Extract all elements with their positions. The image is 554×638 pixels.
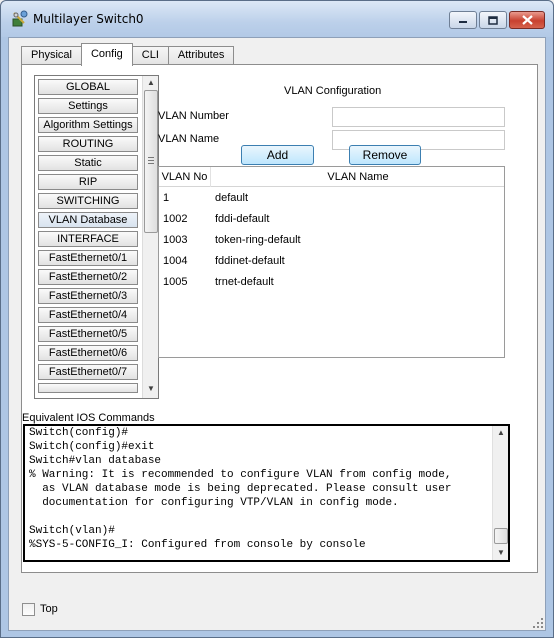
console-scrollbar[interactable]: ▲ ▼ <box>492 426 508 560</box>
packet-tracer-app-icon <box>12 10 28 27</box>
nav-scrollbar[interactable]: ▲ ▼ <box>142 76 158 398</box>
column-header-vlan-no[interactable]: VLAN No <box>159 167 211 187</box>
vlan-name-cell: fddinet-default <box>215 255 285 267</box>
vlan-name-label: VLAN Name <box>158 133 220 145</box>
console-line: % Warning: It is recommended to configur… <box>29 469 452 481</box>
vlan-name-cell: default <box>215 192 249 204</box>
config-nav-list[interactable]: GLOBAL Settings Algorithm Settings ROUTI… <box>34 75 159 399</box>
nav-item-fastethernet0-6[interactable]: FastEthernet0/6 <box>38 345 138 361</box>
vlan-name-cell: trnet-default <box>215 276 274 288</box>
nav-item-settings[interactable]: Settings <box>38 98 138 114</box>
nav-global-header[interactable]: GLOBAL <box>38 79 138 95</box>
console-line: Switch(config)#exit <box>29 441 155 453</box>
column-header-vlan-name[interactable]: VLAN Name <box>212 167 504 187</box>
vlan-config-title: VLAN Configuration <box>284 85 382 97</box>
vlan-no-cell: 1003 <box>163 234 188 246</box>
vlan-no-cell: 1002 <box>163 213 188 225</box>
nav-item-fastethernet0-2[interactable]: FastEthernet0/2 <box>38 269 138 285</box>
nav-item-static[interactable]: Static <box>38 155 138 171</box>
table-row[interactable]: 1005 trnet-default <box>159 272 504 293</box>
resize-grip-icon[interactable] <box>532 617 544 629</box>
scroll-up-arrow-icon[interactable]: ▲ <box>144 76 158 90</box>
scroll-up-arrow-icon[interactable]: ▲ <box>494 426 508 440</box>
console-line: Switch#vlan database <box>29 455 162 467</box>
table-row[interactable]: 1003 token-ring-default <box>159 230 504 251</box>
console-line: Switch(vlan)# <box>29 525 115 537</box>
scroll-down-arrow-icon[interactable]: ▼ <box>144 382 158 396</box>
console-line: %SYS-5-CONFIG_I: Configured from console… <box>29 539 366 551</box>
close-icon <box>521 15 533 25</box>
client-area: Physical Config CLI Attributes GLOBAL Se… <box>8 37 546 631</box>
vlan-number-input[interactable] <box>332 107 505 127</box>
maximize-button[interactable] <box>479 11 507 29</box>
remove-vlan-button[interactable]: Remove <box>349 145 421 165</box>
close-button[interactable] <box>509 11 545 29</box>
table-row[interactable]: 1 default <box>159 188 504 209</box>
nav-item-fastethernet0-5[interactable]: FastEthernet0/5 <box>38 326 138 342</box>
vlan-no-cell: 1004 <box>163 255 188 267</box>
console-line: Switch(config)# <box>29 427 129 439</box>
nav-item-fastethernet0-1[interactable]: FastEthernet0/1 <box>38 250 138 266</box>
nav-scroll-thumb[interactable] <box>144 90 158 233</box>
vlan-table-header: VLAN No VLAN Name <box>159 167 504 187</box>
title-bar[interactable]: Multilayer Switch0 <box>1 1 553 37</box>
nav-switching-header[interactable]: SWITCHING <box>38 193 138 209</box>
tab-bar: Physical Config CLI Attributes <box>21 43 235 66</box>
maximize-icon <box>488 15 498 25</box>
console-line: documentation for configuring VTP/VLAN i… <box>29 497 399 509</box>
minimize-icon <box>459 21 467 23</box>
console-text[interactable]: Switch(config)# Switch(config)#exit Swit… <box>29 426 491 552</box>
vlan-no-cell: 1 <box>163 192 170 204</box>
tab-attributes[interactable]: Attributes <box>167 46 235 65</box>
app-window: Multilayer Switch0 Physical Config CLI A… <box>0 0 554 638</box>
scroll-down-arrow-icon[interactable]: ▼ <box>494 546 508 560</box>
console-line: as VLAN database mode is being deprecate… <box>29 483 452 495</box>
nav-item-partial[interactable] <box>38 383 138 393</box>
nav-item-fastethernet0-7[interactable]: FastEthernet0/7 <box>38 364 138 380</box>
vlan-name-cell: token-ring-default <box>215 234 301 246</box>
vlan-table: VLAN No VLAN Name 1 default 1002 fddi-de… <box>158 166 505 358</box>
top-checkbox[interactable] <box>22 603 35 616</box>
ios-commands-label: Equivalent IOS Commands <box>22 412 155 424</box>
console-scroll-thumb[interactable] <box>494 528 508 544</box>
config-panel: GLOBAL Settings Algorithm Settings ROUTI… <box>21 64 538 573</box>
minimize-button[interactable] <box>449 11 477 29</box>
nav-routing-header[interactable]: ROUTING <box>38 136 138 152</box>
tab-physical[interactable]: Physical <box>21 46 82 65</box>
vlan-name-cell: fddi-default <box>215 213 270 225</box>
vlan-no-cell: 1005 <box>163 276 188 288</box>
window-title: Multilayer Switch0 <box>33 12 144 26</box>
nav-item-vlan-database[interactable]: VLAN Database <box>38 212 138 228</box>
top-checkbox-label: Top <box>40 603 58 615</box>
tab-config[interactable]: Config <box>80 43 133 66</box>
tab-cli[interactable]: CLI <box>131 46 169 65</box>
nav-item-fastethernet0-4[interactable]: FastEthernet0/4 <box>38 307 138 323</box>
table-row[interactable]: 1002 fddi-default <box>159 209 504 230</box>
nav-item-fastethernet0-3[interactable]: FastEthernet0/3 <box>38 288 138 304</box>
nav-interface-header[interactable]: INTERFACE <box>38 231 138 247</box>
nav-item-rip[interactable]: RIP <box>38 174 138 190</box>
nav-item-algorithm-settings[interactable]: Algorithm Settings <box>38 117 138 133</box>
table-row[interactable]: 1004 fddinet-default <box>159 251 504 272</box>
add-vlan-button[interactable]: Add <box>241 145 314 165</box>
vlan-number-label: VLAN Number <box>158 110 229 122</box>
ios-commands-console[interactable]: Switch(config)# Switch(config)#exit Swit… <box>23 424 510 562</box>
